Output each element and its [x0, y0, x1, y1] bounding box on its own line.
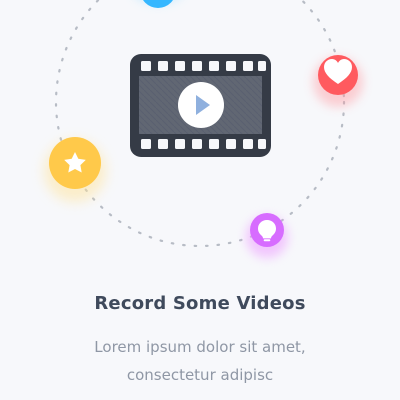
illustration-svg — [44, 0, 363, 258]
star-icon — [44, 137, 106, 202]
video-illustration — [0, 0, 400, 270]
blue-circle-icon — [140, 0, 176, 8]
video-film-play-icon — [130, 54, 271, 157]
description-line-1: Lorem ipsum dolor sit amet, — [94, 338, 306, 356]
description-line-2: consectetur adipisc — [126, 366, 274, 384]
play-button-icon — [178, 82, 224, 128]
heart-icon — [313, 55, 363, 107]
onboarding-screen: Record Some Videos Lorem ipsum dolor sit… — [0, 0, 400, 400]
onboarding-title: Record Some Videos — [94, 293, 306, 314]
onboarding-description: Lorem ipsum dolor sit amet, consectetur … — [0, 333, 400, 389]
